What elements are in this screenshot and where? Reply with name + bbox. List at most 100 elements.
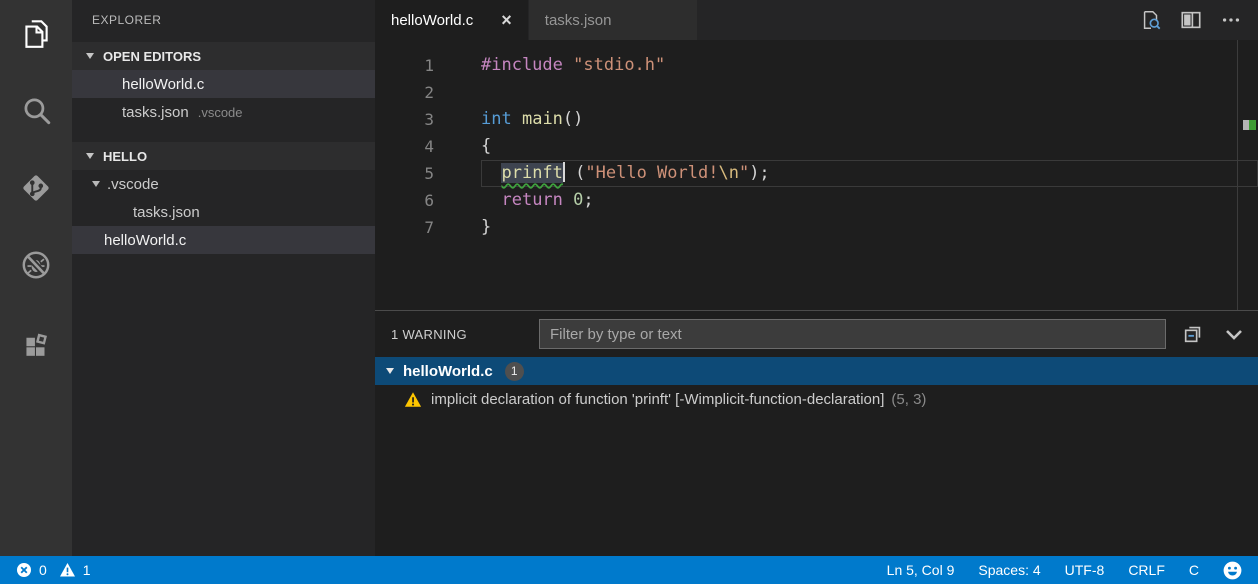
- line-content: {: [481, 133, 1258, 160]
- overview-ruler[interactable]: [1237, 40, 1238, 310]
- problems-summary: 1 WARNING: [391, 327, 539, 342]
- sidebar-title: EXPLORER: [72, 0, 375, 28]
- activity-item-extensions[interactable]: [0, 322, 72, 399]
- line-content: [481, 79, 1258, 106]
- code-token: [512, 109, 522, 129]
- status-bar: 0 1 Ln 5, Col 9 Spaces: 4 UTF-8 CRLF C: [0, 556, 1258, 584]
- status-encoding[interactable]: UTF-8: [1065, 562, 1105, 578]
- code-token: "Hello World!: [585, 163, 718, 183]
- section-header-hello[interactable]: HELLO: [72, 142, 375, 170]
- code-token: prinft: [501, 163, 562, 183]
- section-header-open-editors[interactable]: OPEN EDITORS: [72, 42, 375, 70]
- tab-helloworld-c[interactable]: helloWorld.c ×: [375, 0, 529, 40]
- line-number: 7: [375, 214, 481, 241]
- code-token: ;: [583, 190, 593, 210]
- problems-count-badge: 1: [505, 362, 524, 381]
- error-count: 0: [39, 562, 47, 578]
- status-items: Ln 5, Col 9 Spaces: 4 UTF-8 CRLF C: [887, 562, 1199, 578]
- line-number: 6: [375, 187, 481, 214]
- line-content: #include "stdio.h": [481, 52, 1258, 79]
- warning-count-icon: [59, 562, 76, 578]
- code-line-4: 4{: [375, 133, 1258, 160]
- close-icon[interactable]: ×: [501, 11, 512, 29]
- file-row-helloworld-c[interactable]: helloWorld.c: [72, 226, 375, 254]
- problems-file-name: helloWorld.c: [403, 363, 493, 380]
- code-line-5: 5 prinft ("Hello World!\n");: [375, 160, 1258, 187]
- activity-item-debug[interactable]: [0, 245, 72, 322]
- split-editor-button[interactable]: [1180, 9, 1202, 31]
- explorer-sections: OPEN EDITORShelloWorld.ctasks.json.vscod…: [72, 42, 375, 254]
- item-label: tasks.json: [133, 204, 200, 221]
- tab-tasks-json[interactable]: tasks.json: [529, 0, 699, 40]
- activity-bar: [0, 0, 72, 556]
- tab-label: helloWorld.c: [391, 12, 473, 29]
- code-line-7: 7}: [375, 214, 1258, 241]
- explorer-sidebar: EXPLORER OPEN EDITORS helloWorld.c tasks.j…: [72, 0, 375, 556]
- code-token: return: [501, 190, 562, 210]
- file-row-helloworld-c[interactable]: helloWorld.c: [72, 70, 375, 98]
- twisty-icon: [385, 367, 395, 375]
- hide-panel-button[interactable]: [1222, 322, 1246, 346]
- more-actions-icon: [1220, 9, 1242, 31]
- warning-count: 1: [83, 562, 91, 578]
- file-row-tasks-json[interactable]: tasks.json: [72, 198, 375, 226]
- problems-file-group[interactable]: helloWorld.c 1: [375, 357, 1258, 385]
- code-token: main: [522, 109, 563, 129]
- collapse-all-button[interactable]: [1182, 323, 1204, 345]
- code-token: );: [749, 163, 769, 183]
- code-token: [481, 190, 501, 210]
- section-label: OPEN EDITORS: [103, 49, 201, 64]
- status-cursor-position[interactable]: Ln 5, Col 9: [887, 562, 955, 578]
- file-row-vscode[interactable]: .vscode: [72, 170, 375, 198]
- code-token: \n: [718, 163, 738, 183]
- code-token: [563, 55, 573, 75]
- activity-item-source-control[interactable]: [0, 168, 72, 245]
- tab-bar: helloWorld.c × tasks.json: [375, 0, 1258, 40]
- twisty-icon: [85, 52, 95, 60]
- code-token: [481, 163, 501, 183]
- collapse-all-icon: [1182, 323, 1204, 345]
- error-count-icon: [16, 562, 32, 578]
- section-label: HELLO: [103, 149, 147, 164]
- editor-actions: [1140, 0, 1258, 40]
- more-actions-button[interactable]: [1220, 9, 1242, 31]
- source-control-icon: [19, 171, 53, 205]
- code-line-2: 2: [375, 79, 1258, 106]
- code-line-1: 1#include "stdio.h": [375, 52, 1258, 79]
- line-number: 4: [375, 133, 481, 160]
- problem-location: (5, 3): [891, 391, 926, 408]
- code-token: [563, 190, 573, 210]
- search-in-file-button[interactable]: [1140, 9, 1162, 31]
- line-content: int main(): [481, 106, 1258, 133]
- warning-icon: [404, 391, 422, 408]
- code-token: int: [481, 109, 512, 129]
- status-language-mode[interactable]: C: [1189, 562, 1199, 578]
- line-content: }: [481, 214, 1258, 241]
- code-editor[interactable]: 1#include "stdio.h"23int main()4{5 prinf…: [375, 40, 1258, 310]
- problems-panel: 1 WARNING: [375, 310, 1258, 556]
- line-number: 1: [375, 52, 481, 79]
- search-icon: [19, 94, 53, 128]
- activity-item-search[interactable]: [0, 91, 72, 168]
- item-label: helloWorld.c: [122, 76, 204, 93]
- editor-group: helloWorld.c × tasks.json: [375, 0, 1258, 556]
- workbench: EXPLORER OPEN EDITORS helloWorld.c tasks.j…: [0, 0, 1258, 556]
- line-number: 5: [375, 160, 481, 187]
- item-description: .vscode: [198, 105, 243, 120]
- problems-filter-input[interactable]: [539, 319, 1166, 349]
- code-lines: 1#include "stdio.h"23int main()4{5 prinf…: [375, 52, 1258, 241]
- activity-item-explorer[interactable]: [0, 14, 72, 91]
- line-content: prinft ("Hello World!\n");: [481, 160, 1258, 187]
- split-editor-icon: [1180, 9, 1202, 31]
- feedback-smiley-button[interactable]: [1223, 561, 1242, 580]
- code-token: 0: [573, 190, 583, 210]
- code-token: }: [481, 217, 491, 237]
- status-indentation[interactable]: Spaces: 4: [978, 562, 1040, 578]
- file-row-tasks-json[interactable]: tasks.json.vscode: [72, 98, 375, 126]
- code-token: (: [565, 163, 585, 183]
- code-token: (): [563, 109, 583, 129]
- problem-item-warning[interactable]: implicit declaration of function 'prinft…: [375, 385, 1258, 413]
- panel-actions: [1182, 322, 1246, 346]
- status-eol[interactable]: CRLF: [1128, 562, 1165, 578]
- problems-status[interactable]: 0 1: [16, 562, 91, 578]
